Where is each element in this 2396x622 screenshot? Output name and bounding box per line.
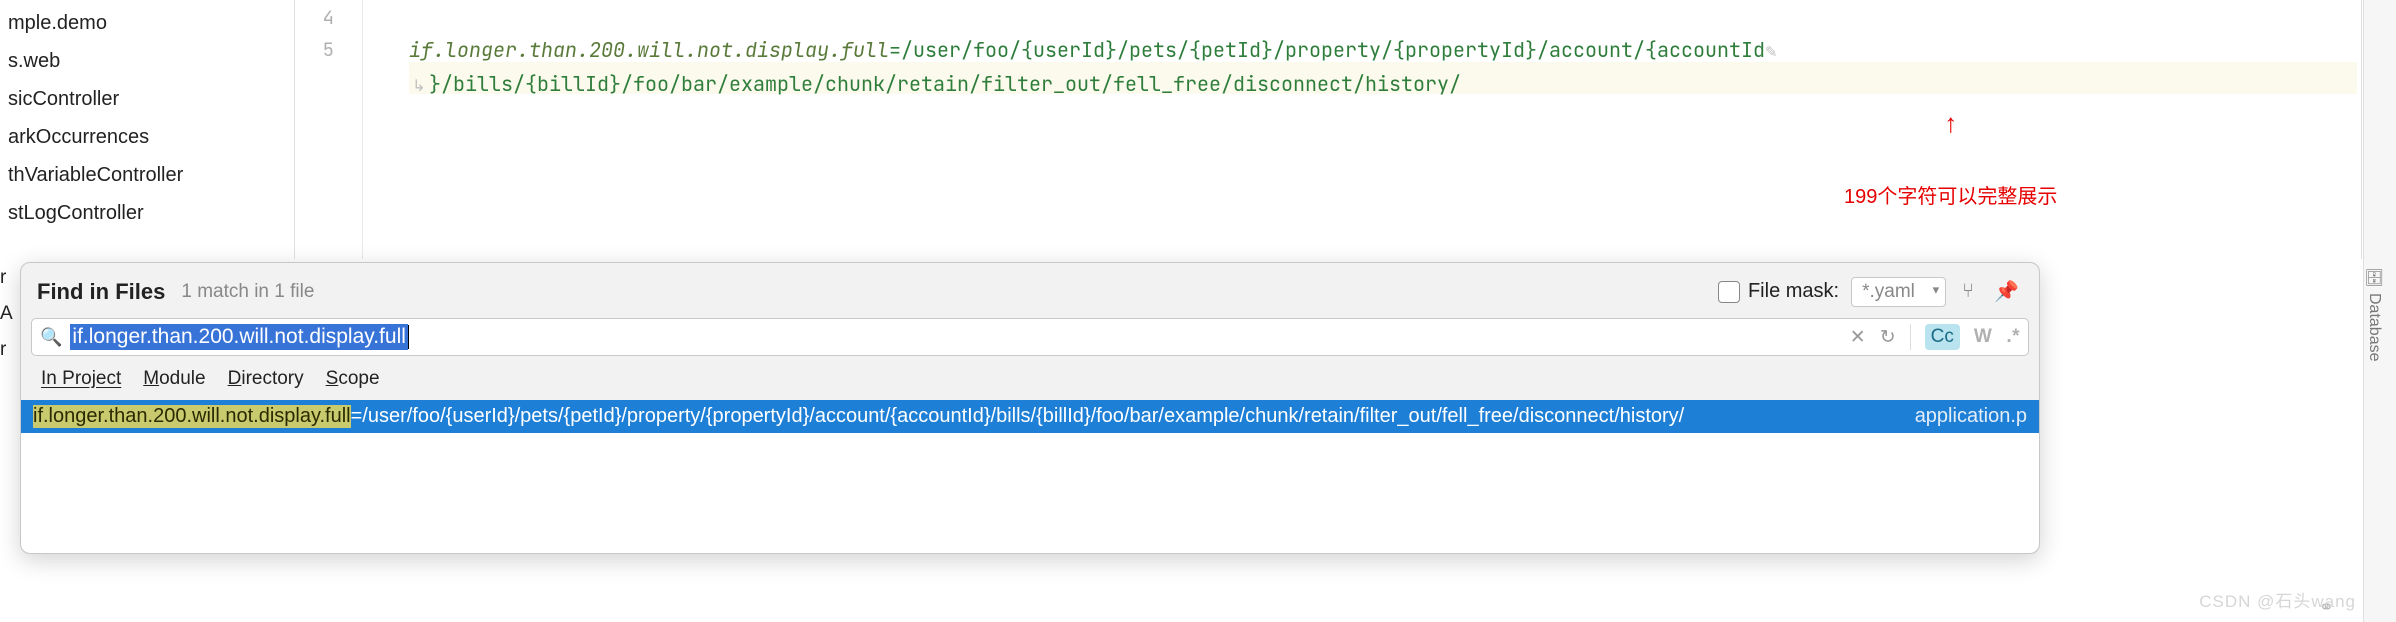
tree-item[interactable]: s.web <box>0 42 294 80</box>
scope-in-project[interactable]: In Project <box>41 368 121 390</box>
search-selected-text: if.longer.than.200.will.not.display.full <box>70 324 407 350</box>
find-preview-area[interactable] <box>21 433 2039 553</box>
find-stats: 1 match in 1 file <box>181 281 314 303</box>
checkbox-icon[interactable] <box>1718 281 1740 303</box>
editor-gutter: 4 5 <box>295 0 363 259</box>
tree-item[interactable]: sicController <box>0 80 294 118</box>
edit-indicator-icon: ✎ <box>1765 42 1778 62</box>
line-number: 5 <box>295 34 334 66</box>
tool-database-label: Database <box>2365 293 2383 362</box>
database-icon: 🗄 <box>2364 268 2384 288</box>
find-header: Find in Files 1 match in 1 file File mas… <box>21 263 2039 318</box>
file-mask-input[interactable]: *.yaml <box>1851 277 1946 307</box>
yaml-value: /user/foo/{userId}/pets/{petId}/property… <box>901 37 1765 63</box>
search-result-row[interactable]: if.longer.than.200.will.not.display.full… <box>21 400 2039 433</box>
yaml-equals: = <box>889 37 901 63</box>
history-icon[interactable]: ↻ <box>1880 326 1896 349</box>
find-in-files-dialog[interactable]: Find in Files 1 match in 1 file File mas… <box>20 262 2040 554</box>
result-file-name: application.p <box>1915 405 2027 428</box>
tree-item[interactable]: stLogController <box>0 194 294 232</box>
yaml-value-wrap-prefix: } <box>429 71 441 97</box>
yaml-value-cont: /bills/{billId}/foo/bar/example/chunk/re… <box>441 71 1461 97</box>
tree-item[interactable]: thVariableController <box>0 156 294 194</box>
match-case-button[interactable]: Cc <box>1925 324 1960 350</box>
tree-item[interactable]: arkOccurrences <box>0 118 294 156</box>
file-mask-checkbox[interactable]: File mask: <box>1718 280 1839 303</box>
find-title: Find in Files <box>37 279 165 305</box>
line-number: 4 <box>295 2 334 34</box>
code-editor[interactable]: if.longer.than.200.will.not.display.full… <box>363 0 2361 259</box>
left-clipped-content: r A r <box>0 260 20 622</box>
clear-icon[interactable]: ✕ <box>1850 326 1866 349</box>
search-input[interactable]: if.longer.than.200.will.not.display.full <box>70 324 1841 350</box>
yaml-key: if.longer.than.200.will.not.display.full <box>409 37 889 63</box>
scope-scope[interactable]: Scope <box>326 368 380 390</box>
watermark: CSDN @石头wang <box>2199 587 2356 612</box>
tool-database[interactable]: 🗄 Database <box>2364 268 2384 362</box>
file-mask-label: File mask: <box>1748 280 1839 303</box>
project-tree[interactable]: mple.demo s.web sicController arkOccurre… <box>0 0 295 259</box>
tree-item[interactable]: mple.demo <box>0 4 294 42</box>
result-match-highlight: if.longer.than.200.will.not.display.full <box>33 405 351 428</box>
scope-tabs: In Project Module Directory Scope <box>21 364 2039 400</box>
wrap-icon: ↳ <box>409 70 429 102</box>
pin-icon[interactable]: 📌 <box>1990 275 2023 308</box>
search-field-row: 🔍 if.longer.than.200.will.not.display.fu… <box>31 318 2029 356</box>
words-button[interactable]: W <box>1974 326 1992 348</box>
search-icon: 🔍 <box>40 327 62 348</box>
regex-button[interactable]: .* <box>2006 326 2020 348</box>
filter-icon[interactable]: ⑂ <box>1958 276 1978 307</box>
result-rest: =/user/foo/{userId}/pets/{petId}/propert… <box>351 405 1685 428</box>
scope-directory[interactable]: Directory <box>228 368 304 390</box>
right-toolwindow-bar[interactable]: 🗄 Database m Maven 🔔 Notifications ☍ End… <box>2363 0 2396 622</box>
scope-module[interactable]: Module <box>143 368 205 390</box>
